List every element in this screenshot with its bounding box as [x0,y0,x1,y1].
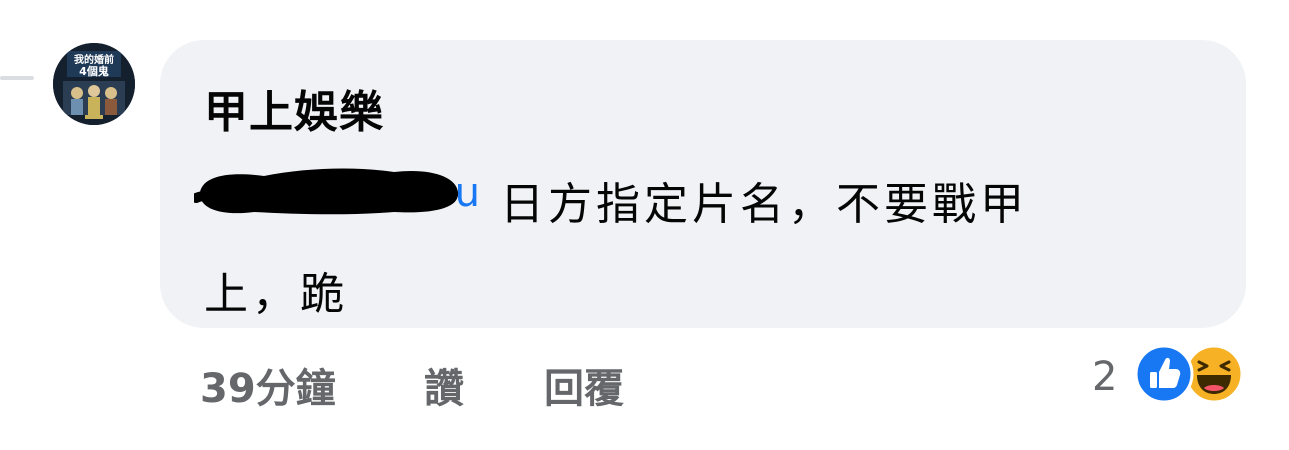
mentioned-user-link[interactable]: u [194,156,480,232]
comment-thread: 我的婚前 4個鬼 甲上娛樂 u 日方指定片名，不要戰甲 上，跪 39分鐘 讚 回… [0,0,1289,450]
redaction-scribble [194,168,459,215]
comment-author-name[interactable]: 甲上娛樂 [204,76,384,140]
like-reaction-icon [1134,344,1194,404]
comment-text-line-1: 日方指定片名，不要戰甲 [500,179,1028,230]
reactions-summary[interactable]: 2 [1092,340,1252,406]
svg-text:4個鬼: 4個鬼 [79,64,109,78]
comment-text-line-2: 上，跪 [204,269,348,320]
avatar[interactable]: 我的婚前 4個鬼 [53,43,135,125]
comment-bubble: 甲上娛樂 u 日方指定片名，不要戰甲 上，跪 [160,40,1246,328]
reaction-count: 2 [1092,354,1118,400]
comment-timestamp[interactable]: 39分鐘 [200,356,336,414]
like-button[interactable]: 讚 [424,356,464,414]
reply-button[interactable]: 回覆 [544,356,624,414]
thread-connector-line [0,76,34,80]
